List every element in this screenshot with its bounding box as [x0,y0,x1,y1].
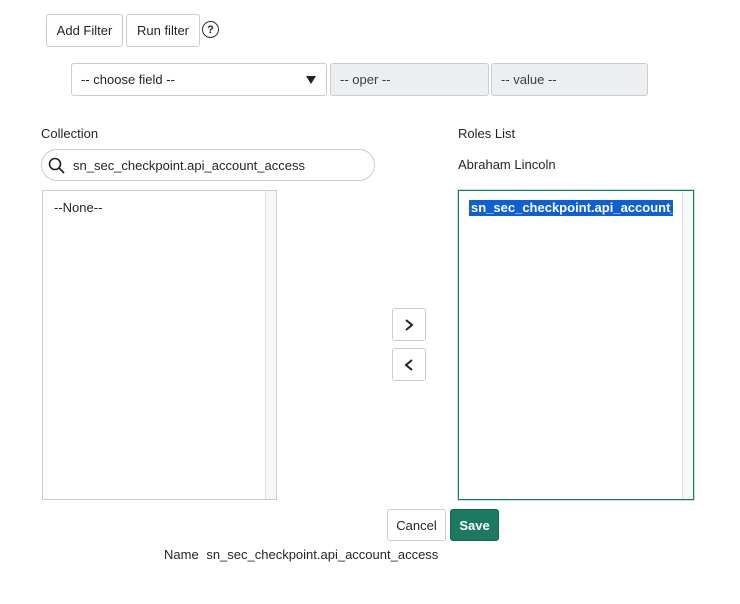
remove-from-roles-button[interactable] [392,348,426,381]
roles-list[interactable]: sn_sec_checkpoint.api_account_access [458,190,694,500]
chevron-right-icon [405,318,414,331]
save-button[interactable]: Save [450,509,499,541]
list-item[interactable]: --None-- [54,200,102,215]
choose-field-select[interactable]: -- choose field -- [71,63,327,96]
help-icon[interactable]: ? [202,21,219,38]
run-filter-button[interactable]: Run filter [126,14,200,47]
add-filter-button[interactable]: Add Filter [46,14,123,47]
roles-user-name: Abraham Lincoln [458,157,556,172]
roles-list-scrollbar[interactable] [682,191,693,499]
value-field[interactable]: -- value -- [491,63,648,96]
collection-list[interactable]: --None-- [42,190,277,500]
collection-list-scrollbar[interactable] [265,191,276,499]
name-label: Name [164,547,199,562]
roles-list-label: Roles List [458,126,516,141]
add-to-roles-button[interactable] [392,308,426,341]
collection-search-input[interactable] [71,156,365,174]
choose-field-value: -- choose field -- [81,72,175,87]
chevron-left-icon [404,358,413,371]
name-row: Name sn_sec_checkpoint.api_account_acces… [164,547,438,562]
cancel-button[interactable]: Cancel [387,509,446,541]
list-item[interactable]: sn_sec_checkpoint.api_account_access [469,200,673,216]
collection-search[interactable] [41,149,375,181]
dropdown-arrow-icon [306,75,316,84]
name-value: sn_sec_checkpoint.api_account_access [206,547,439,562]
collection-label: Collection [41,126,99,141]
search-icon [48,157,65,173]
operator-field[interactable]: -- oper -- [330,63,489,96]
